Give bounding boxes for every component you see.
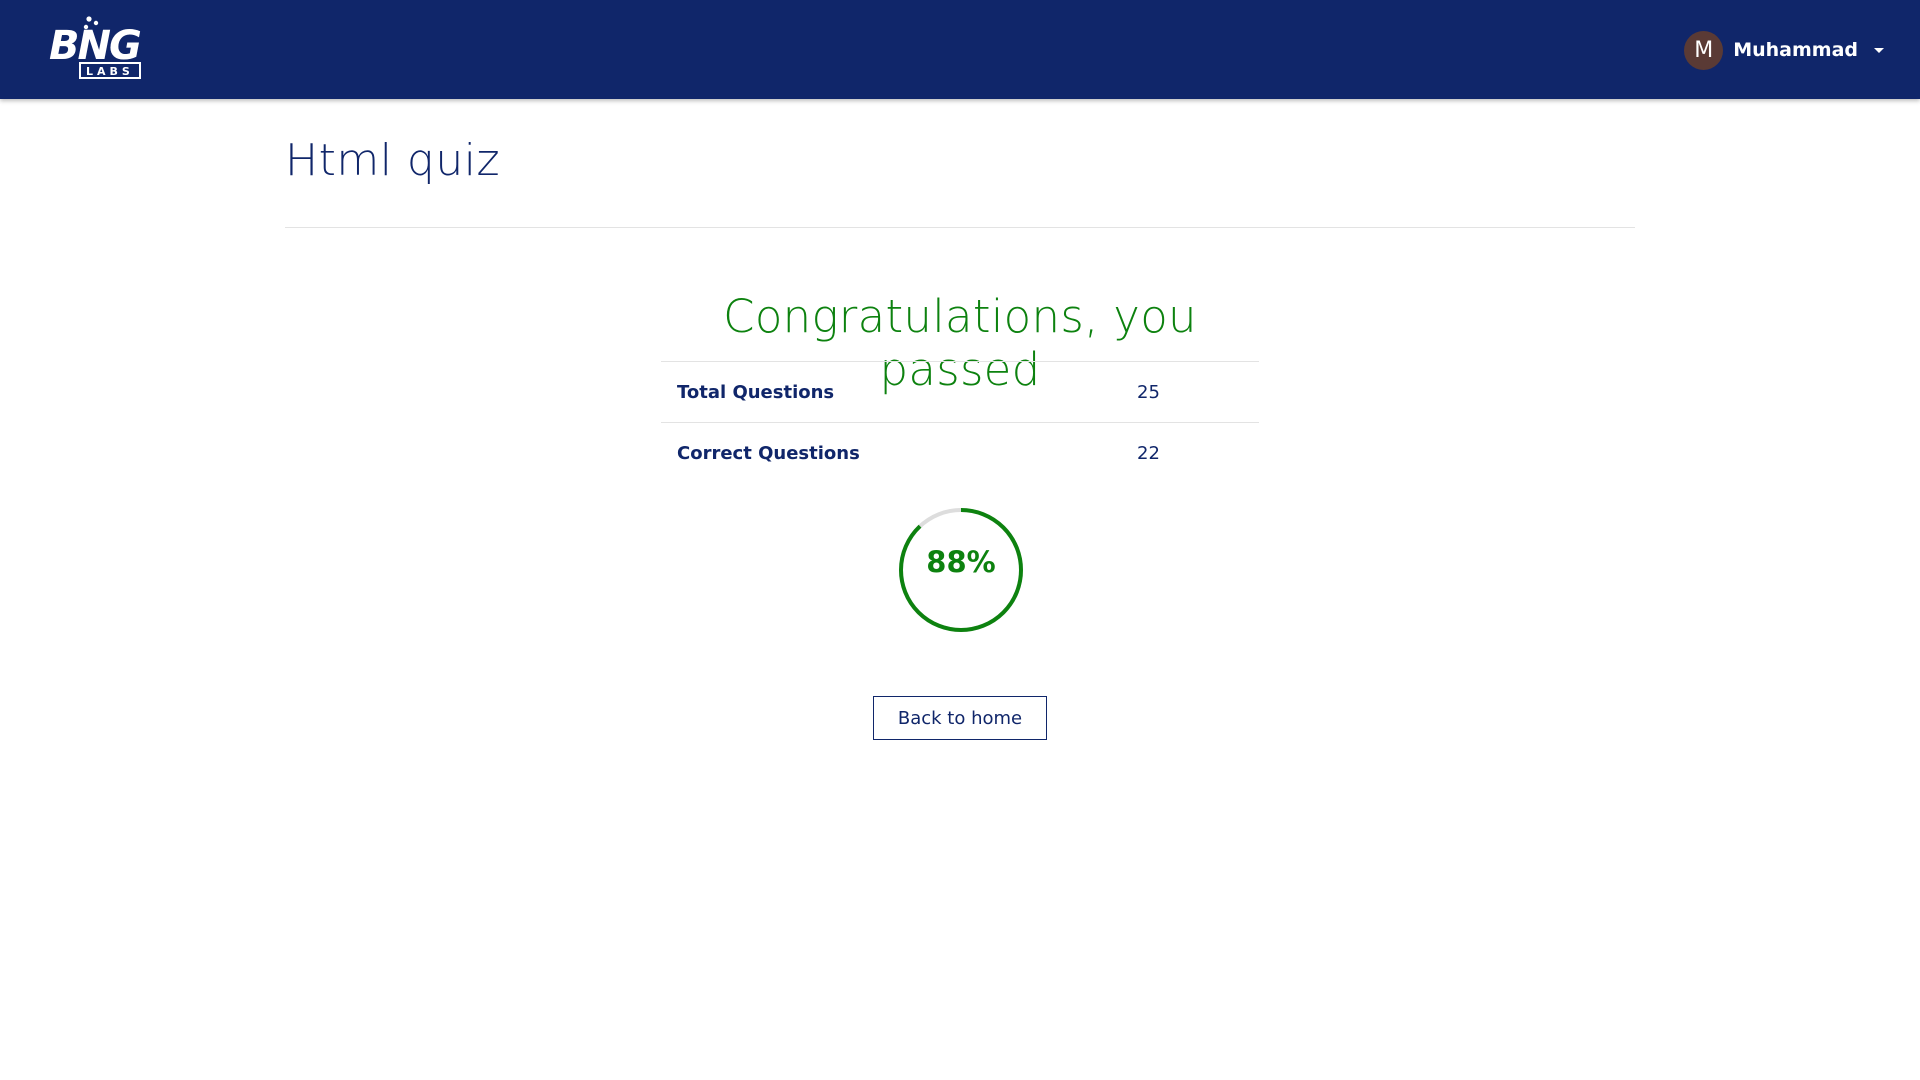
total-questions-value: 25: [1137, 361, 1259, 423]
title-divider: [285, 227, 1635, 228]
bng-labs-logo[interactable]: BNG LABS: [48, 14, 142, 84]
correct-questions-value: 22: [1137, 422, 1259, 484]
chevron-down-icon[interactable]: [1874, 47, 1884, 53]
avatar[interactable]: M: [1684, 30, 1724, 70]
logo-subtext: LABS: [86, 65, 134, 78]
top-navbar: BNG LABS M Muhammad: [0, 0, 1920, 99]
result-table: Total Questions 25 Correct Questions 22: [661, 361, 1259, 484]
user-name[interactable]: Muhammad: [1733, 39, 1858, 61]
table-row: Correct Questions 22: [661, 422, 1259, 484]
score-percent-text: 88%: [926, 545, 996, 579]
table-row: Total Questions 25: [661, 361, 1259, 423]
correct-questions-label: Correct Questions: [661, 422, 1137, 484]
user-menu[interactable]: M Muhammad: [1684, 30, 1884, 70]
total-questions-label: Total Questions: [661, 361, 1137, 423]
page-title: Html quiz: [285, 135, 501, 186]
back-to-home-button[interactable]: Back to home: [873, 696, 1047, 740]
